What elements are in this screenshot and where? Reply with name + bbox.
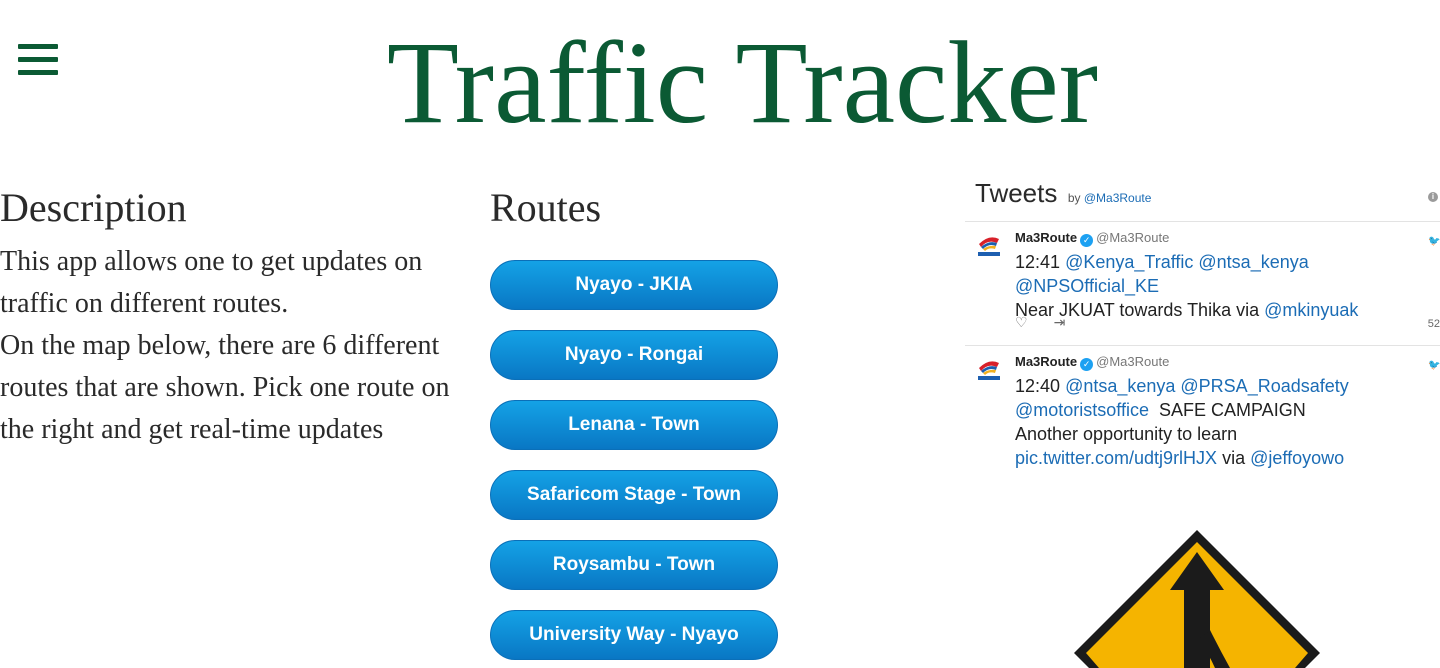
route-button-university-way-nyayo[interactable]: University Way - Nyayo — [490, 610, 778, 660]
avatar[interactable] — [975, 232, 1003, 262]
author-handle[interactable]: @Ma3Route — [1096, 354, 1169, 369]
tweet-mentions-link[interactable]: @Kenya_Traffic @ntsa_kenya @NPSOfficial_… — [1015, 252, 1309, 296]
tweet-via-text: via — [1222, 448, 1246, 468]
tweet-actions: ♡ ⇥ — [1015, 314, 1091, 331]
tweet-author: Ma3Route ✓ @Ma3Route — [1015, 354, 1169, 371]
tweets-header: Tweets by @Ma3Route — [975, 178, 1151, 209]
tweets-by: by @Ma3Route — [1068, 191, 1152, 205]
tweet[interactable]: Ma3Route ✓ @Ma3Route 🐦 12:41 @Kenya_Traffi… — [965, 222, 1440, 345]
like-count: 52 — [1427, 318, 1440, 330]
tweet-text: 12:41 @Kenya_Traffic @ntsa_kenya @NPSOff… — [1015, 250, 1440, 322]
tweets-by-handle-link[interactable]: @Ma3Route — [1084, 191, 1152, 205]
description-line: the right and get real-time updates — [0, 414, 384, 445]
route-button-safaricom-stage-town[interactable]: Safaricom Stage - Town — [490, 470, 778, 520]
tweets-by-prefix: by — [1067, 191, 1081, 205]
twitter-bird-icon[interactable]: 🐦 — [1428, 360, 1440, 371]
tweet-author: Ma3Route ✓ @Ma3Route — [1015, 230, 1169, 247]
share-icon[interactable]: ⇥ — [1054, 314, 1066, 330]
like-heart-icon[interactable]: ♡ — [1015, 314, 1028, 330]
tweet-mentions-link[interactable]: @ntsa_kenya @PRSA_Roadsafety — [1065, 376, 1349, 396]
route-button-nyayo-jkia[interactable]: Nyayo - JKIA — [490, 260, 778, 310]
description-text: This app allows one to get updates on tr… — [0, 241, 470, 451]
tweets-title: Tweets — [975, 178, 1058, 208]
tweet-body-text: Another opportunity to learn — [1015, 424, 1238, 444]
author-name: Ma3Route — [1015, 230, 1078, 245]
tweet-pic-link[interactable]: pic.twitter.com/udtj9rlHJX — [1015, 448, 1217, 468]
routes-heading: Routes — [490, 185, 602, 230]
route-button-lenana-town[interactable]: Lenana - Town — [490, 400, 778, 450]
tweet-mention-link[interactable]: @jeffoyowo — [1250, 448, 1344, 468]
merge-traffic-sign-icon — [1074, 530, 1320, 668]
tweet-body-text: SAFE CAMPAIGN — [1159, 400, 1306, 420]
tweet-text: 12:40 @ntsa_kenya @PRSA_Roadsafety @moto… — [1015, 374, 1440, 470]
tweet[interactable]: Ma3Route ✓ @Ma3Route 🐦 12:40 @ntsa_kenya @… — [965, 346, 1440, 486]
tweet-mention-link[interactable]: @mkinyuak — [1264, 300, 1358, 320]
twitter-bird-icon[interactable]: 🐦 — [1428, 236, 1440, 247]
info-icon[interactable]: i — [1428, 192, 1438, 202]
avatar[interactable] — [975, 356, 1003, 386]
description-heading: Description — [0, 185, 187, 230]
author-handle[interactable]: @Ma3Route — [1096, 230, 1169, 245]
author-name: Ma3Route — [1015, 354, 1078, 369]
route-button-nyayo-rongai[interactable]: Nyayo - Rongai — [490, 330, 778, 380]
tweet-time: 12:40 — [1015, 376, 1061, 396]
route-button-roysambu-town[interactable]: Roysambu - Town — [490, 540, 778, 590]
verified-badge-icon: ✓ — [1080, 358, 1094, 371]
description-line: This app allows one to get updates on tr… — [0, 246, 423, 319]
tweet-mention-link[interactable]: @motoristsoffice — [1015, 400, 1149, 420]
verified-badge-icon: ✓ — [1080, 234, 1094, 247]
tweet-time: 12:41 — [1015, 252, 1061, 272]
app-title: Traffic Tracker — [386, 17, 1099, 148]
description-line: On the map below, there are 6 different … — [0, 330, 450, 403]
